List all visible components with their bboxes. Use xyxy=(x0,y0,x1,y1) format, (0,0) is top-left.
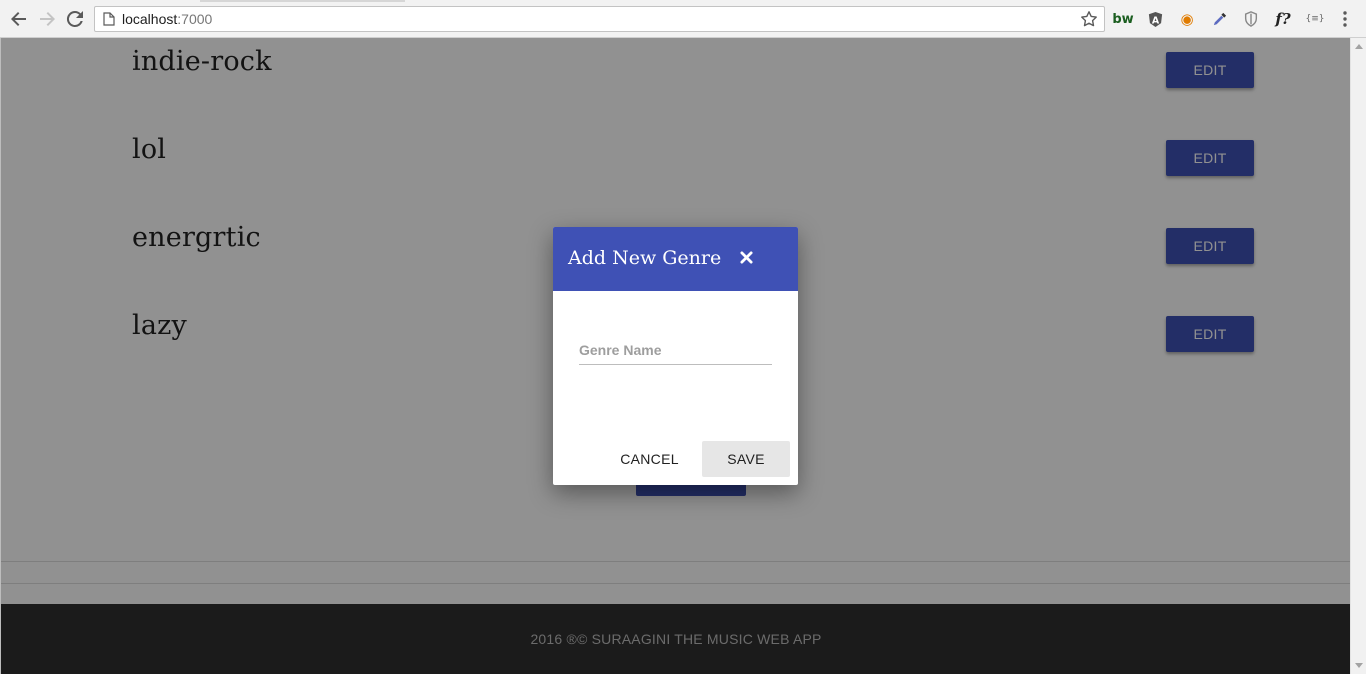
reload-icon[interactable] xyxy=(63,7,87,31)
json-extension-icon[interactable]: {≡} xyxy=(1303,8,1327,30)
browser-toolbar: localhost:7000 bw A ◉ f? {≡} xyxy=(0,0,1366,38)
scroll-up-arrow-icon[interactable] xyxy=(1355,44,1363,49)
font-extension-icon[interactable]: f? xyxy=(1272,8,1294,30)
scroll-down-arrow-icon[interactable] xyxy=(1355,663,1363,668)
url-text: localhost:7000 xyxy=(122,11,213,27)
forward-arrow-icon[interactable] xyxy=(35,7,59,31)
address-bar[interactable]: localhost:7000 xyxy=(94,6,1105,32)
dialog-header: Add New Genre xyxy=(553,227,798,291)
genre-name-field xyxy=(579,341,772,365)
add-genre-dialog: Add New Genre CANCEL SAVE xyxy=(553,227,798,485)
vertical-scrollbar[interactable] xyxy=(1350,38,1366,674)
back-arrow-icon[interactable] xyxy=(7,7,31,31)
shield-extension-icon[interactable] xyxy=(1241,8,1261,30)
eye-extension-icon[interactable]: ◉ xyxy=(1177,8,1197,30)
angular-extension-icon[interactable]: A xyxy=(1145,8,1165,30)
star-icon[interactable] xyxy=(1080,10,1098,28)
close-icon[interactable] xyxy=(736,247,756,267)
page-icon xyxy=(103,12,115,26)
kebab-menu-icon[interactable] xyxy=(1339,8,1351,30)
dialog-title: Add New Genre xyxy=(568,247,722,269)
tab-strip-edge xyxy=(200,0,405,2)
svg-text:A: A xyxy=(1151,15,1159,26)
cancel-button[interactable]: CANCEL xyxy=(611,441,688,477)
save-button[interactable]: SAVE xyxy=(702,441,790,477)
eyedropper-extension-icon[interactable] xyxy=(1209,8,1229,30)
bw-extension-icon[interactable]: bw xyxy=(1112,8,1133,30)
genre-name-input[interactable] xyxy=(579,341,772,359)
